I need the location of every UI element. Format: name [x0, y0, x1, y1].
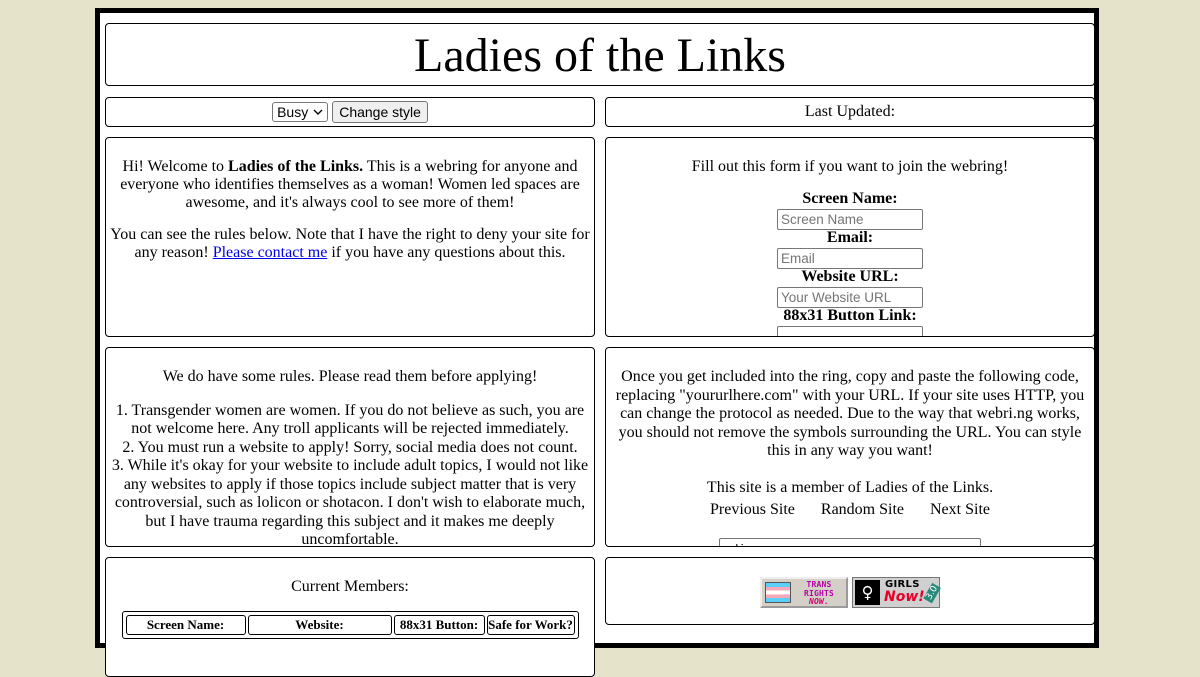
rule-item: 1. Transgender women are women. If you d…	[115, 401, 585, 438]
col-safe-for-work: Safe for Work?	[486, 615, 575, 635]
badges-panel: TRANS RIGHTS NOW. ♀ GIRLS Now! 3.0	[605, 557, 1095, 625]
last-updated-label: Last Updated:	[804, 103, 896, 120]
next-site-link[interactable]: Next Site	[930, 501, 990, 520]
members-panel: Current Members: Screen Name: Website: 8…	[105, 557, 595, 677]
webring-nav: Previous Site Random Site Next Site	[610, 501, 1090, 520]
embed-code-panel: Once you get included into the ring, cop…	[605, 347, 1095, 547]
members-heading: Current Members:	[291, 578, 409, 595]
girls-now-badge[interactable]: ♀ GIRLS Now! 3.0	[852, 577, 941, 608]
random-site-link[interactable]: Random Site	[821, 501, 904, 520]
email-label: Email:	[826, 229, 874, 246]
col-website: Website:	[247, 615, 392, 635]
welcome-text-pre: Hi! Welcome to	[122, 158, 229, 175]
site-title: Ladies of the Links	[414, 29, 786, 82]
style-select-value: Busy	[277, 104, 309, 120]
last-updated-panel: Last Updated:	[605, 97, 1095, 127]
button-link-input[interactable]	[777, 326, 923, 336]
welcome-text: Hi! Welcome to Ladies of the Links. This…	[110, 158, 590, 212]
site-title-panel: Ladies of the Links	[105, 23, 1095, 86]
col-button: 88x31 Button:	[393, 615, 485, 635]
style-select[interactable]: Busy	[272, 102, 329, 122]
embed-instructions: Once you get included into the ring, cop…	[615, 368, 1085, 459]
screen-name-input[interactable]: Screen Name	[777, 209, 923, 230]
rules-note-post: if you have any questions about this.	[327, 244, 566, 261]
members-table-header-row: Screen Name: Website: 88x31 Button: Safe…	[125, 615, 575, 635]
venus-symbol-icon: ♀	[855, 580, 880, 605]
badge-version: 3.0	[922, 582, 941, 604]
chevron-down-icon	[313, 109, 323, 115]
trans-rights-now-badge[interactable]: TRANS RIGHTS NOW.	[760, 577, 848, 608]
rules-panel: We do have some rules. Please read them …	[105, 347, 595, 547]
style-switcher-panel: Busy Change style	[105, 97, 595, 127]
webring-name-bold: Ladies of the Links.	[228, 158, 364, 175]
col-screen-name: Screen Name:	[125, 615, 246, 635]
welcome-panel: Hi! Welcome to Ladies of the Links. This…	[105, 137, 595, 337]
members-table: Screen Name: Website: 88x31 Button: Safe…	[121, 611, 579, 639]
badge-text-line: Now!	[884, 589, 925, 605]
email-input[interactable]: Email	[777, 248, 923, 269]
button-link-label: 88x31 Button Link:	[783, 307, 917, 324]
trans-flag-icon	[765, 582, 791, 603]
screen-name-label: Screen Name:	[802, 190, 898, 207]
rule-item: 2. You must run a website to apply! Sorr…	[122, 438, 578, 456]
badge-text-line: NOW.	[808, 597, 830, 606]
code-snippet-textarea[interactable]: <div>	[719, 538, 981, 546]
website-url-input[interactable]: Your Website URL	[777, 287, 923, 308]
page-frame: Ladies of the Links Busy Change style La…	[95, 8, 1099, 677]
rule-item: 3. While it's okay for your website to i…	[111, 457, 589, 547]
join-form-intro: Fill out this form if you want to join t…	[691, 158, 1009, 175]
change-style-button[interactable]: Change style	[332, 101, 428, 123]
rules-intro: We do have some rules. Please read them …	[162, 368, 538, 385]
website-url-label: Website URL:	[801, 268, 899, 285]
join-form-panel: Fill out this form if you want to join t…	[605, 137, 1095, 337]
member-text: This site is a member of Ladies of the L…	[706, 478, 994, 496]
trans-badge-text: TRANS RIGHTS NOW.	[793, 580, 845, 607]
contact-link[interactable]: Please contact me	[213, 244, 328, 261]
previous-site-link[interactable]: Previous Site	[710, 501, 795, 520]
rules-note: You can see the rules below. Note that I…	[110, 226, 590, 262]
